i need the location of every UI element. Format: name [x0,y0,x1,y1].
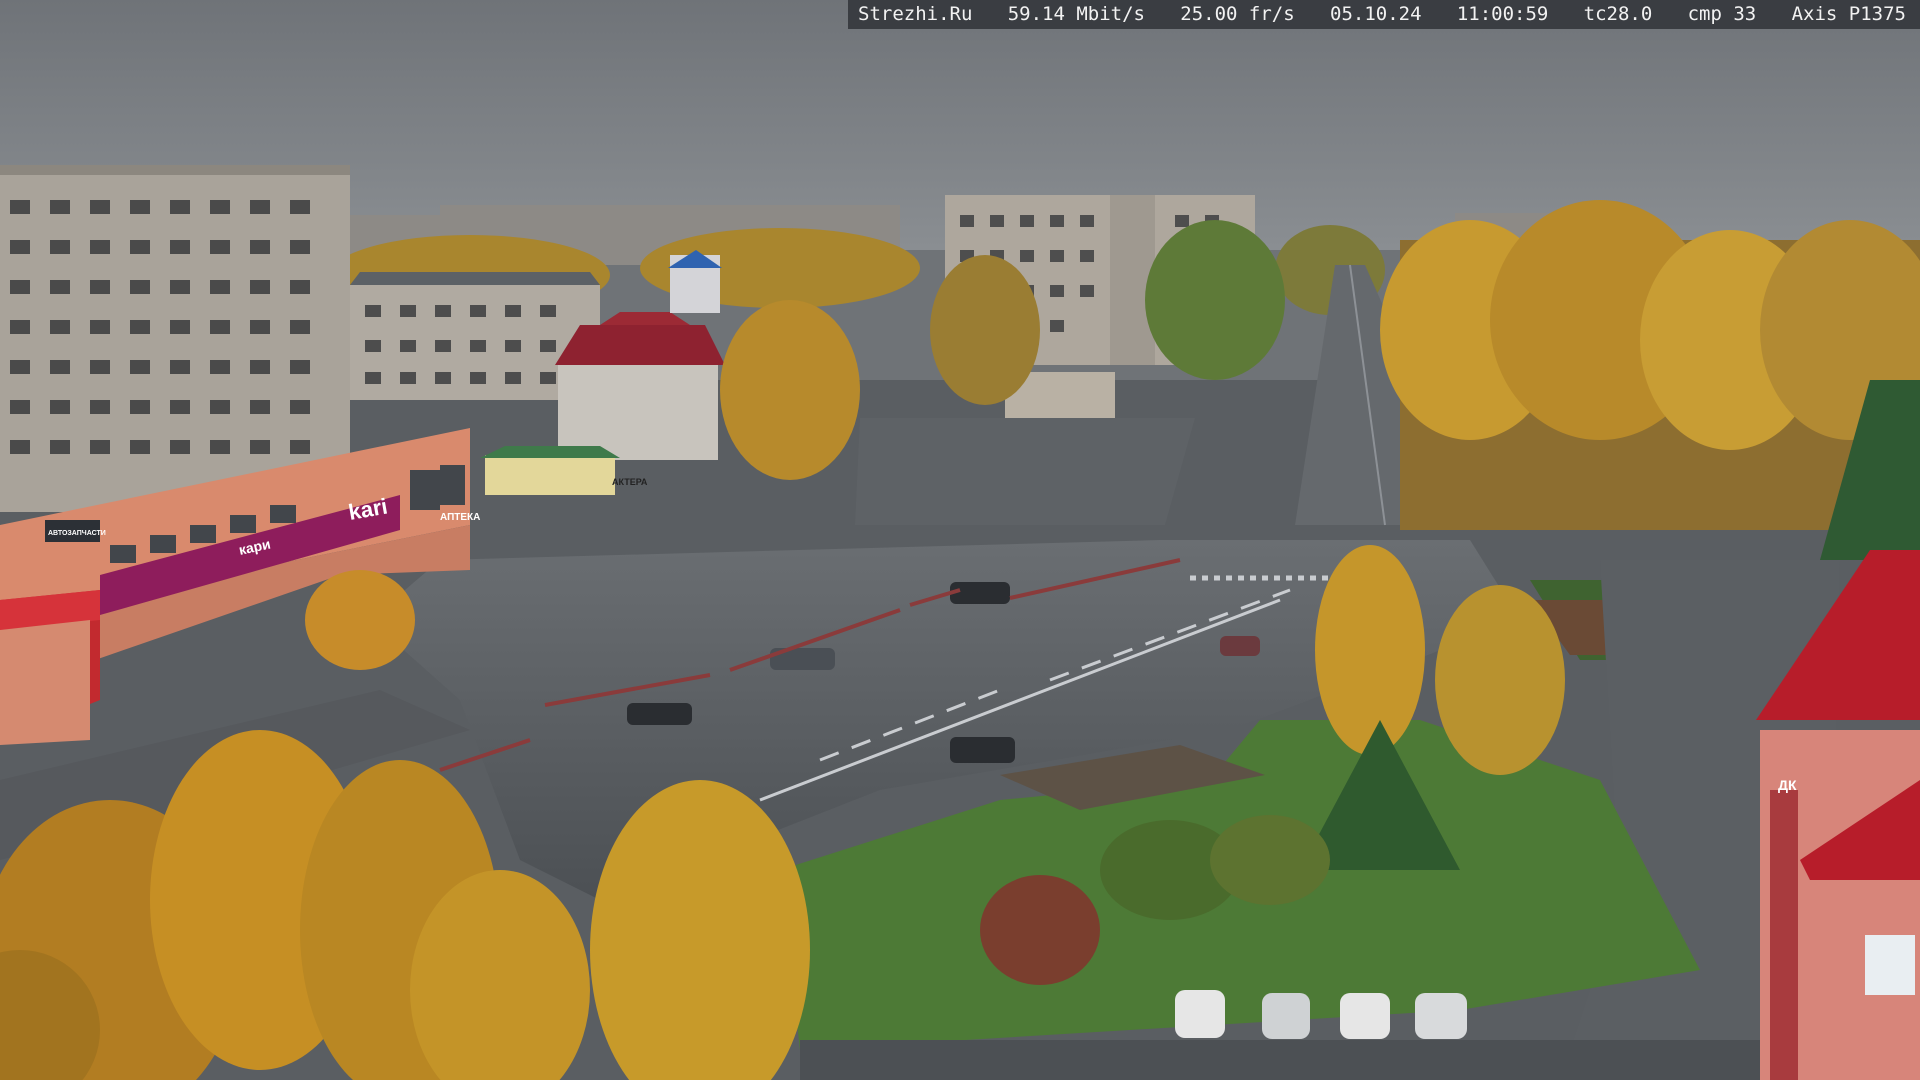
camera-frame: АКТЕРА kari кари АПТЕКА АВТОЗАПЧАСТИ ДК … [0,0,1920,1080]
camera-osd-bar: Strezhi.Ru 59.14 Mbit/s 25.00 fr/s 05.10… [848,0,1920,29]
osd-bitrate: 59.14 Mbit/s [1007,3,1145,25]
side-sign-text: АВТОЗАПЧАСТИ [48,530,106,537]
street-scene: АКТЕРА kari кари АПТЕКА АВТОЗАПЧАСТИ ДК [0,0,1920,1080]
osd-compression: cmp 33 [1687,3,1757,25]
osd-camera-model: Axis P1375 [1791,3,1906,25]
pharmacy-sign: АПТЕКА [440,512,480,523]
osd-date: 05.10.24 [1330,3,1422,25]
shop-sign: АКТЕРА [612,477,648,487]
bottom-road [800,1040,1760,1080]
right-forest [1380,200,1920,560]
osd-time: 11:00:59 [1456,3,1549,25]
plaza [855,418,1195,525]
osd-tc: tc28.0 [1583,3,1653,25]
building-sign: ДК [1778,777,1797,793]
apartment-block-left [0,165,350,512]
osd-framerate: 25.00 fr/s [1180,3,1295,25]
osd-site: Strezhi.Ru [858,3,973,25]
